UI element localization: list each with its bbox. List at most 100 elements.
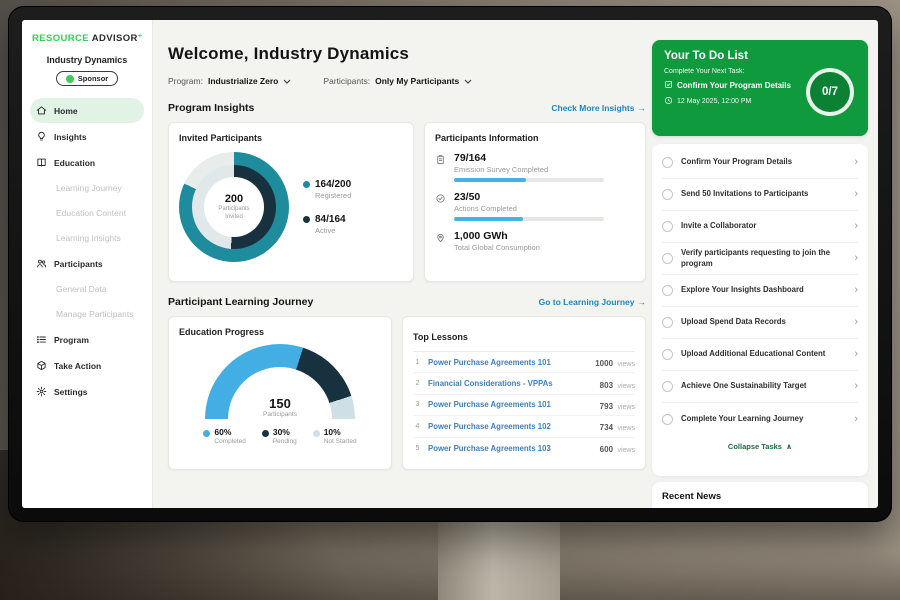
task-checkbox[interactable] bbox=[662, 221, 673, 232]
lesson-rank: 5 bbox=[413, 445, 422, 452]
task-checkbox[interactable] bbox=[662, 349, 673, 360]
sponsor-badge-label: Sponsor bbox=[78, 74, 108, 83]
home-icon bbox=[36, 105, 47, 116]
sidebar-item-label: Learning Journey bbox=[56, 183, 122, 193]
monitor-stand bbox=[438, 520, 560, 600]
sidebar-item-learning-journey[interactable]: Learning Journey bbox=[30, 176, 144, 200]
sidebar-item-label: General Data bbox=[56, 284, 107, 294]
clipboard-icon bbox=[435, 154, 446, 165]
lesson-rank: 3 bbox=[413, 401, 422, 408]
participants-filter[interactable]: Participants: Only My Participants bbox=[323, 76, 472, 86]
task-item[interactable]: Upload Additional Educational Content bbox=[662, 339, 858, 371]
sidebar-item-label: Take Action bbox=[54, 361, 101, 371]
lesson-link[interactable]: Power Purchase Agreements 102 bbox=[428, 422, 594, 431]
participants-icon bbox=[36, 258, 47, 269]
chevron-right-icon bbox=[854, 157, 858, 168]
education-legend: 60% Completed 30% Pending 10% Not Starte… bbox=[179, 427, 381, 445]
metric-value: 1,000 GWh bbox=[454, 230, 540, 242]
task-item[interactable]: Complete Your Learning Journey bbox=[662, 403, 858, 435]
app-logo: RESOURCE ADVISOR+ bbox=[32, 33, 152, 44]
program-icon bbox=[36, 334, 47, 345]
go-to-learning-journey-link[interactable]: Go to Learning Journey → bbox=[539, 297, 646, 307]
filters-row: Program: Industrialize Zero Participants… bbox=[168, 76, 646, 86]
sidebar-item-label: Insights bbox=[54, 132, 87, 142]
sidebar-item-label: Education bbox=[54, 158, 95, 168]
task-checkbox[interactable] bbox=[662, 189, 673, 200]
lesson-rank: 4 bbox=[413, 423, 422, 430]
sidebar-item-take-action[interactable]: Take Action bbox=[30, 353, 144, 378]
sidebar-item-learning-insights[interactable]: Learning Insights bbox=[30, 226, 144, 250]
task-item[interactable]: Upload Spend Data Records bbox=[662, 307, 858, 339]
legend-value: 164/200 bbox=[315, 179, 351, 190]
task-item[interactable]: Invite a Collaborator bbox=[662, 211, 858, 243]
lesson-link[interactable]: Power Purchase Agreements 101 bbox=[428, 400, 594, 409]
lesson-row: 2 Financial Considerations - VPPAs 803 v… bbox=[413, 373, 635, 394]
chevron-right-icon bbox=[854, 317, 858, 328]
sponsor-badge[interactable]: Sponsor bbox=[56, 71, 118, 86]
sidebar-item-participants[interactable]: Participants bbox=[30, 251, 144, 276]
info-progress-fill bbox=[454, 217, 523, 221]
education-progress-card: Education Progress 150 Participants 60% … bbox=[168, 316, 392, 470]
check-square-icon bbox=[664, 80, 673, 91]
legend-item-registered: 164/200 Registered bbox=[303, 179, 351, 200]
sidebar-item-label: Learning Insights bbox=[56, 233, 121, 243]
sidebar-item-program[interactable]: Program bbox=[30, 327, 144, 352]
participants-filter-value: Only My Participants bbox=[375, 76, 459, 86]
logo-plus: + bbox=[138, 33, 143, 40]
dashboard-screen: RESOURCE ADVISOR+ Industry Dynamics Spon… bbox=[22, 20, 878, 508]
task-item[interactable]: Verify participants requesting to join t… bbox=[662, 243, 858, 275]
sidebar-item-education[interactable]: Education bbox=[30, 150, 144, 175]
task-checkbox[interactable] bbox=[662, 317, 673, 328]
task-checkbox[interactable] bbox=[662, 414, 673, 425]
lesson-link[interactable]: Power Purchase Agreements 101 bbox=[428, 358, 589, 367]
legend-dot bbox=[313, 430, 320, 437]
gear-icon bbox=[36, 386, 47, 397]
participants-information-card: Participants Information 79/164 Emission… bbox=[424, 122, 646, 282]
clock-icon bbox=[664, 96, 673, 107]
lesson-link[interactable]: Financial Considerations - VPPAs bbox=[428, 379, 594, 388]
sidebar-item-settings[interactable]: Settings bbox=[30, 379, 144, 404]
lesson-row: 5 Power Purchase Agreements 103 600 view… bbox=[413, 438, 635, 459]
todo-summary-card: Your To Do List Complete Your Next Task:… bbox=[652, 40, 868, 136]
todo-progress-value: 0/7 bbox=[822, 86, 838, 98]
task-item[interactable]: Send 50 Invitations to Participants bbox=[662, 179, 858, 211]
todo-title: Your To Do List bbox=[664, 50, 856, 62]
lesson-row: 1 Power Purchase Agreements 101 1000 vie… bbox=[413, 352, 635, 373]
consumption-row: 1,000 GWh Total Global Consumption bbox=[435, 230, 635, 252]
program-filter[interactable]: Program: Industrialize Zero bbox=[168, 76, 291, 86]
legend-dot bbox=[203, 430, 210, 437]
program-insights-header: Program Insights Check More Insights → bbox=[168, 102, 646, 114]
todo-progress-ring: 0/7 bbox=[806, 68, 854, 116]
invited-donut-center: 200 Participants Invited bbox=[204, 177, 264, 237]
sidebar-item-label: Education Content bbox=[56, 208, 126, 218]
task-item[interactable]: Explore Your Insights Dashboard bbox=[662, 275, 858, 307]
check-more-insights-link[interactable]: Check More Insights → bbox=[551, 103, 646, 113]
legend-item-not-started: 10% Not Started bbox=[313, 427, 357, 445]
sidebar-item-insights[interactable]: Insights bbox=[30, 124, 144, 149]
emission-survey-row: 79/164 Emission Survey Completed bbox=[435, 152, 635, 182]
task-checkbox[interactable] bbox=[662, 157, 673, 168]
chevron-right-icon bbox=[854, 221, 858, 232]
lesson-link[interactable]: Power Purchase Agreements 103 bbox=[428, 444, 594, 453]
donut-center-label: Participants Invited bbox=[211, 206, 257, 222]
task-item[interactable]: Confirm Your Program Details bbox=[662, 147, 858, 179]
legend-item-pending: 30% Pending bbox=[262, 427, 297, 445]
legend-item-active: 84/164 Active bbox=[303, 214, 351, 235]
task-checkbox[interactable] bbox=[662, 381, 673, 392]
sponsor-icon bbox=[66, 75, 74, 83]
recent-news-card: Recent News bbox=[652, 482, 868, 508]
sidebar-item-general-data[interactable]: General Data bbox=[30, 277, 144, 301]
sidebar-item-education-content[interactable]: Education Content bbox=[30, 201, 144, 225]
sidebar-nav: Home Insights Education Learning Journey… bbox=[22, 98, 152, 404]
sidebar-item-home[interactable]: Home bbox=[30, 98, 144, 123]
legend-label: Active bbox=[315, 226, 346, 235]
task-checkbox[interactable] bbox=[662, 285, 673, 296]
task-item[interactable]: Achieve One Sustainability Target bbox=[662, 371, 858, 403]
sidebar-item-manage-participants[interactable]: Manage Participants bbox=[30, 302, 144, 326]
task-checkbox[interactable] bbox=[662, 253, 673, 264]
education-gauge: 150 Participants bbox=[205, 344, 355, 419]
gauge-center-label: Participants bbox=[205, 411, 355, 418]
insights-icon bbox=[36, 131, 47, 142]
metric-label: Total Global Consumption bbox=[454, 243, 540, 252]
collapse-tasks-link[interactable]: Collapse Tasks ∧ bbox=[662, 435, 858, 454]
